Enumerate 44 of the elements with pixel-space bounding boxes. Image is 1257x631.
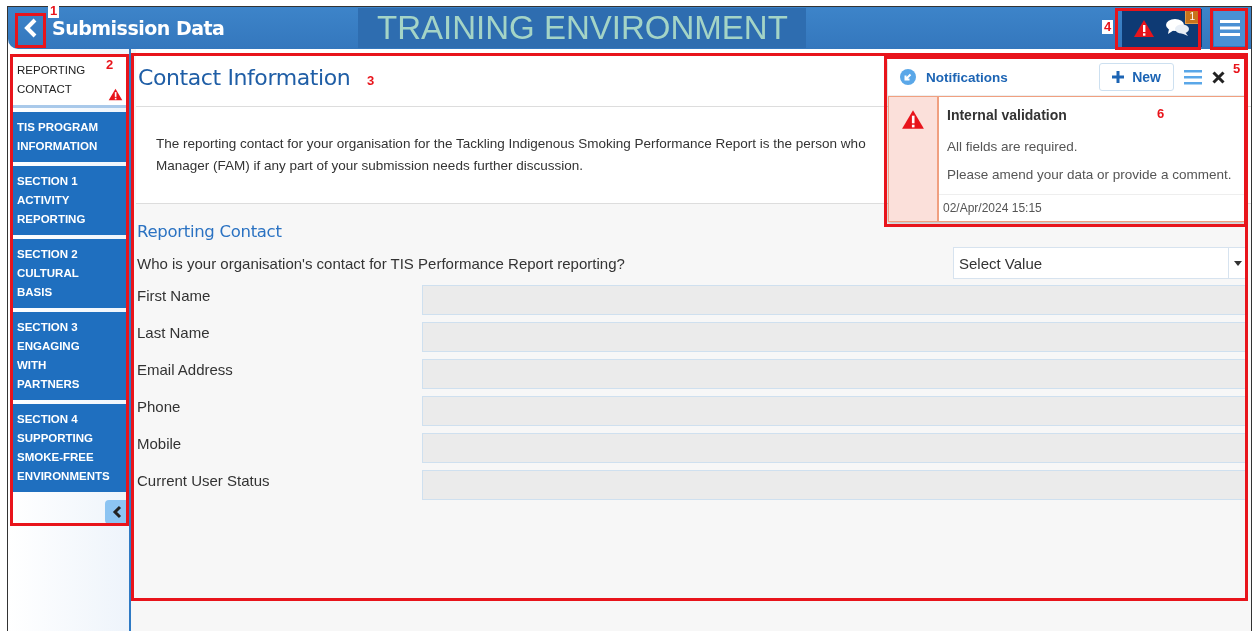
notification-text: All fields are required.: [947, 138, 1079, 156]
subsection-heading: Reporting Contact: [137, 222, 283, 241]
page-title: Submission Data: [52, 17, 225, 39]
chevron-left-icon: [112, 505, 122, 519]
sidebar-item[interactable]: SECTION 3 ENGAGING WITH PARTNERS: [11, 312, 127, 400]
collapse-button[interactable]: [105, 500, 129, 524]
chat-icon: [1165, 18, 1191, 38]
field-label: Mobile: [137, 434, 183, 452]
plus-icon: [1112, 71, 1125, 83]
select-dropdown[interactable]: Select Value: [953, 247, 1248, 279]
environment-banner: TRAINING ENVIRONMENT: [358, 8, 807, 48]
field-label: Phone: [137, 397, 182, 415]
warning-icon: [901, 109, 925, 130]
annotation-number: 5: [1231, 62, 1243, 76]
collapse-icon: [900, 69, 916, 85]
alerts-button[interactable]: 1: [1122, 9, 1202, 47]
panel-title: Notifications: [926, 69, 1008, 85]
annotation-number: 4: [1102, 20, 1114, 34]
list-icon[interactable]: [1184, 69, 1202, 85]
chevron-left-icon: [24, 18, 38, 38]
field-label: Email Address: [137, 360, 234, 378]
sidebar-item[interactable]: TIS PROGRAM INFORMATION: [11, 112, 127, 162]
question-label: Who is your organisation's contact for TIS Performance Report reporting?: [137, 254, 625, 272]
annotation-number: 2: [104, 58, 116, 72]
caret-icon: [1234, 260, 1242, 266]
new-button[interactable]: New: [1099, 63, 1174, 91]
annotation-number: 1: [48, 4, 60, 18]
menu-icon: [1220, 20, 1240, 36]
sidebar-item[interactable]: SECTION 1 ACTIVITY REPORTING: [11, 166, 127, 235]
menu-button[interactable]: [1214, 10, 1246, 46]
notification-text: Please amend your data or provide a comment.: [947, 166, 1233, 184]
annotation-box: [1210, 8, 1248, 50]
close-icon[interactable]: [1212, 70, 1225, 84]
sidebar-item[interactable]: SECTION 4 SUPPORTING SMOKE-FREE ENVIRONMENTS: [11, 404, 127, 492]
notification-title: Internal validation: [947, 107, 1067, 123]
annotation-box: [15, 13, 46, 48]
annotation-number: 3: [365, 74, 377, 88]
annotation-number: 6: [1155, 107, 1167, 121]
warning-icon: [1133, 18, 1155, 38]
sidebar-item[interactable]: SECTION 2 CULTURAL BASIS: [11, 239, 127, 308]
field-label: First Name: [137, 286, 212, 304]
field-label: Current User Status: [137, 471, 271, 489]
intro-text: The reporting contact for your organisation for the Tackling Indigenous Smoking Performance Report is the person who Manager (FAM) if any part of your submission needs further discussion.: [156, 135, 866, 175]
field-label: Last Name: [137, 323, 211, 341]
